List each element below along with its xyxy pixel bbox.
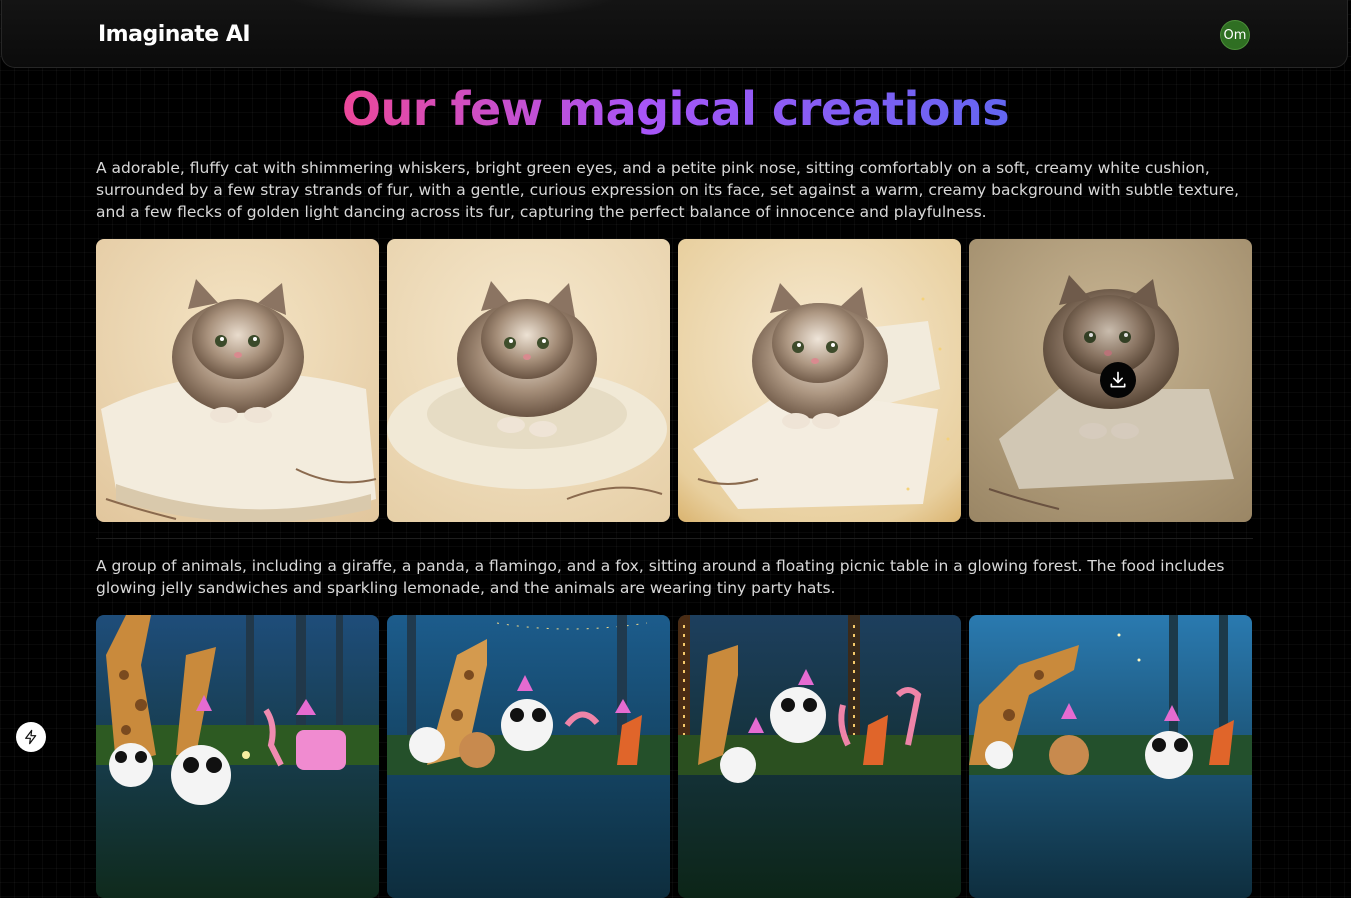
generated-image-hovered[interactable] bbox=[969, 239, 1252, 522]
cat-image bbox=[678, 239, 961, 522]
generated-image[interactable] bbox=[96, 239, 379, 522]
download-icon bbox=[1110, 371, 1126, 388]
generated-image[interactable] bbox=[969, 615, 1252, 898]
cat-image bbox=[387, 239, 670, 522]
image-grid bbox=[96, 615, 1253, 898]
floating-action-button[interactable] bbox=[16, 722, 46, 752]
generated-image[interactable] bbox=[387, 239, 670, 522]
user-avatar[interactable]: Om bbox=[1220, 20, 1250, 50]
download-button[interactable] bbox=[1100, 362, 1136, 398]
navbar-glow bbox=[282, 0, 622, 20]
generated-image[interactable] bbox=[387, 615, 670, 898]
picnic-image bbox=[969, 615, 1252, 898]
picnic-image bbox=[678, 615, 961, 898]
page-title-text: Our few magical creations bbox=[341, 82, 1010, 136]
page-title: Our few magical creations bbox=[0, 82, 1351, 136]
generated-image[interactable] bbox=[678, 615, 961, 898]
image-grid bbox=[96, 239, 1253, 522]
generated-image[interactable] bbox=[678, 239, 961, 522]
picnic-image bbox=[387, 615, 670, 898]
picnic-image bbox=[96, 615, 379, 898]
creation-prompt: A adorable, fluffy cat with shimmering w… bbox=[96, 159, 1240, 221]
generated-image[interactable] bbox=[96, 615, 379, 898]
bolt-icon bbox=[25, 729, 37, 745]
brand-logo[interactable]: Imaginate AI bbox=[98, 22, 251, 47]
cat-image bbox=[96, 239, 379, 522]
navbar: Imaginate AI Om bbox=[1, 0, 1348, 68]
creation-prompt: A group of animals, including a giraffe,… bbox=[96, 557, 1225, 597]
section-divider bbox=[96, 538, 1253, 539]
